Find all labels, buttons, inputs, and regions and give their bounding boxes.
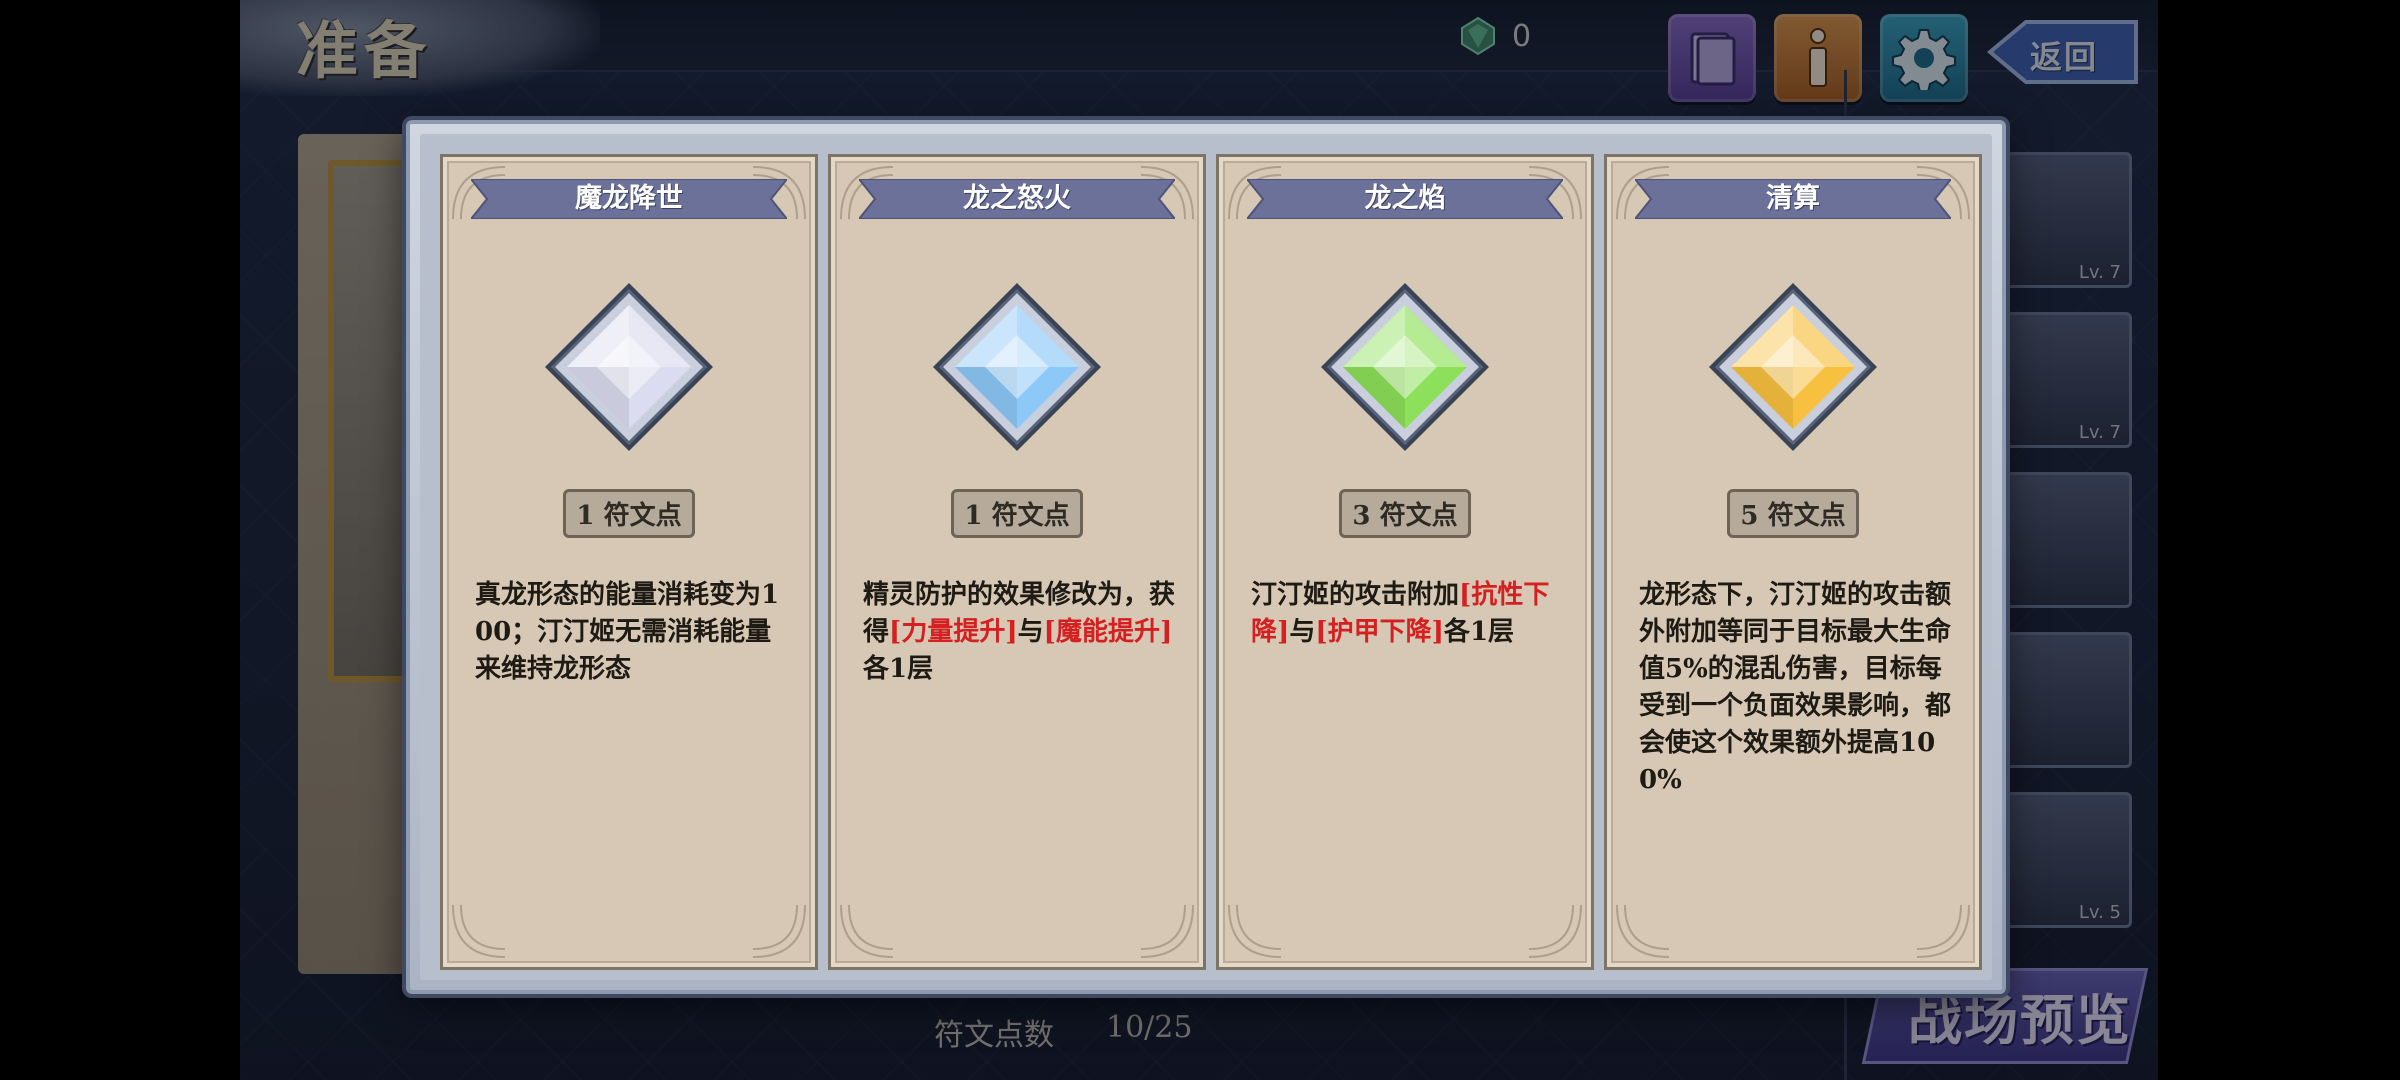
green-diamond-gem-icon [1321,283,1489,451]
status-effect-keyword: [魔能提升] [1043,617,1173,647]
rune-description: 精灵防护的效果修改为，获得[力量提升]与[魔能提升]各1层 [863,577,1175,688]
ornament-icon [840,904,894,958]
rune-name: 龙之怒火 [963,183,1071,214]
description-text: 与 [1289,617,1316,647]
description-text: 真龙形态的能量消耗变为100；汀汀姬无需消耗能量来维持龙形态 [475,580,780,684]
rune-cost-badge: 3 符文点 [1339,489,1471,538]
rune-card[interactable]: 魔龙降世 1 符文点 真龙形态的能量消耗变为100；汀汀姬无需消耗能量来维持龙形… [440,154,818,970]
description-text: 与 [1017,617,1044,647]
rune-description: 龙形态下，汀汀姬的攻击额外附加等同于目标最大生命值5%的混乱伤害，目标每受到一个… [1639,577,1951,799]
rune-name: 龙之焰 [1364,183,1446,214]
rune-name: 清算 [1766,183,1820,214]
rune-cost-badge: 5 符文点 [1727,489,1859,538]
rune-cost: 1 符文点 [443,489,815,538]
rune-card[interactable]: 龙之怒火 1 符文点 精灵防护的效果修改为，获得[力量提升]与[魔能提升]各1层 [828,154,1206,970]
rune-card[interactable]: 龙之焰 3 符文点 汀汀姬的攻击附加[抗性下降]与[护甲下降]各1层 [1216,154,1594,970]
rune-card[interactable]: 清算 5 符文点 龙形态下，汀汀姬的攻击额外附加等同于目标最大生命值5%的混乱伤… [1604,154,1982,970]
orange-diamond-gem-icon [1709,283,1877,451]
rune-selection-dialog: 魔龙降世 1 符文点 真龙形态的能量消耗变为100；汀汀姬无需消耗能量来维持龙形… [406,120,2006,994]
rune-description: 汀汀姬的攻击附加[抗性下降]与[护甲下降]各1层 [1251,577,1563,651]
rune-cost-badge: 1 符文点 [563,489,695,538]
white-diamond-gem-icon [545,283,713,451]
status-effect-keyword: [力量提升] [889,617,1018,647]
description-text: 各1层 [1443,617,1515,647]
ornament-icon [1616,904,1670,958]
description-text: 汀汀姬的攻击附加 [1251,580,1460,610]
rune-cost: 1 符文点 [831,489,1203,538]
rune-cost: 5 符文点 [1607,489,1979,538]
ornament-icon [1528,904,1582,958]
description-text: 龙形态下，汀汀姬的攻击额外附加等同于目标最大生命值5%的混乱伤害，目标每受到一个… [1639,580,1952,795]
ornament-icon [1916,904,1970,958]
ornament-icon [1140,904,1194,958]
rune-description: 真龙形态的能量消耗变为100；汀汀姬无需消耗能量来维持龙形态 [475,577,787,688]
status-effect-keyword: [护甲下降] [1315,617,1444,647]
ornament-icon [1228,904,1282,958]
ornament-icon [752,904,806,958]
rune-name: 魔龙降世 [575,183,683,214]
ornament-icon [452,904,506,958]
rune-cost: 3 符文点 [1219,489,1591,538]
blue-diamond-gem-icon [933,283,1101,451]
description-text: 各1层 [863,654,934,684]
rune-cost-badge: 1 符文点 [951,489,1083,538]
game-screen: 准备 0 返回 Lv. 7 Lv. 7 Lv. 5 战场预览 符文点数 10/2… [240,0,2158,1080]
